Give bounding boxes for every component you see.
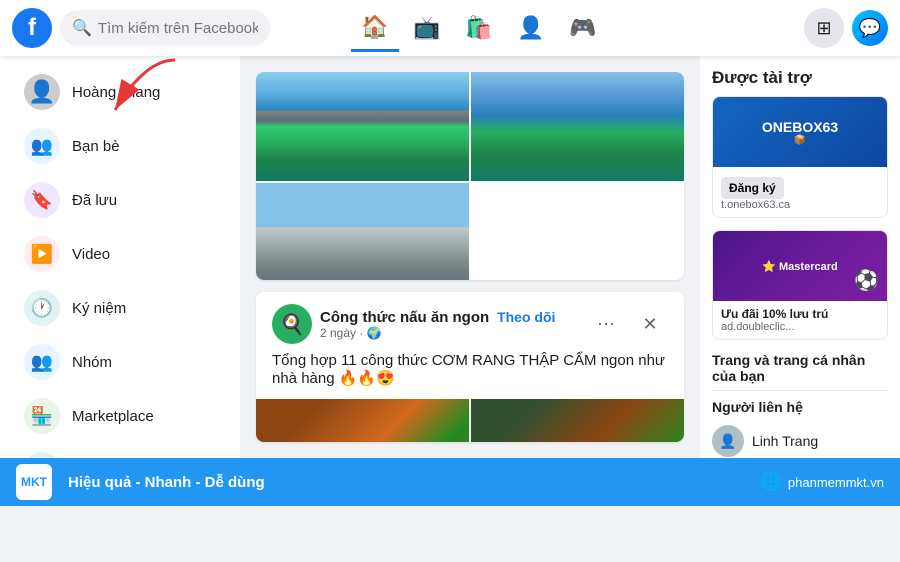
contact-avatar-1: 👤: [712, 425, 744, 457]
sidebar-item-feed[interactable]: 📰 Bảng feed: [8, 444, 232, 458]
food-image-2: [471, 399, 684, 442]
ad-info-2: Ưu đãi 10% lưu trú ad.doubleclic...: [713, 301, 887, 339]
ad-source-2: ad.doubleclic...: [721, 321, 879, 333]
follow-link[interactable]: Theo dõi: [497, 309, 555, 325]
post-close-button[interactable]: ✕: [632, 306, 668, 342]
ad-card-1[interactable]: ONEBOX63 📦 Đăng ký t.onebox63.ca: [712, 96, 888, 218]
post-food-images: [256, 399, 684, 442]
sidebar-item-groups[interactable]: 👥 Nhóm: [8, 336, 232, 388]
pages-title: Trang và trang cá nhân của bạn: [712, 352, 888, 384]
post-image-top-right: [471, 72, 684, 181]
sidebar-item-saved[interactable]: 🔖 Đã lưu: [8, 174, 232, 226]
user-avatar: 👤: [24, 74, 60, 110]
apps-button[interactable]: ⊞: [804, 8, 844, 48]
post-images-grid: [256, 72, 684, 280]
bottom-website: 🌐 phanmemmkt.vn: [759, 472, 884, 493]
left-sidebar: 👤 Hoàng Giang 👥 Bạn bè 🔖 Đã lưu ▶️ Video…: [0, 56, 240, 458]
mkt-logo-text: MKT: [21, 475, 47, 489]
facebook-logo: f: [12, 8, 52, 48]
post-options-button[interactable]: ⋯: [588, 306, 624, 342]
ad-source-1: t.onebox63.ca: [721, 199, 879, 211]
video-icon: ▶️: [24, 236, 60, 272]
ad-image-1: ONEBOX63 📦: [713, 97, 887, 167]
post-page-avatar: 🍳: [272, 304, 312, 344]
globe-icon: 🌐: [759, 472, 781, 493]
post-image-main: [256, 72, 469, 181]
ad-title-2: Ưu đãi 10% lưu trú: [721, 307, 879, 321]
nav-center: 🏠 📺 🛍️ 👤 🎮: [270, 4, 688, 52]
contact-item-1[interactable]: 👤 Linh Trang: [712, 421, 888, 458]
post-header: 🍳 Công thức nấu ăn ngon Theo dõi 2 ngày …: [256, 292, 684, 352]
sidebar-item-video[interactable]: ▶️ Video: [8, 228, 232, 280]
groups-label: Nhóm: [72, 354, 112, 371]
news-feed: ❤️ 👍 100 13 bình luận 1 lượt chia sẻ 👍 T…: [240, 56, 700, 458]
groups-icon: 👥: [24, 344, 60, 380]
search-input[interactable]: [98, 20, 258, 37]
messenger-button[interactable]: 💬: [852, 10, 888, 46]
website-url: phanmemmkt.vn: [788, 475, 884, 490]
page-name: Công thức nấu ăn ngon: [320, 309, 489, 326]
post-content: Tổng hợp 11 công thức CƠM RANG THẬP CẨM …: [256, 352, 684, 399]
nav-gaming-button[interactable]: 🎮: [559, 4, 607, 52]
post-card-cooking: 🍳 Công thức nấu ăn ngon Theo dõi 2 ngày …: [256, 292, 684, 442]
bottom-slogan: Hiệu quả - Nhanh - Dễ dùng: [68, 474, 265, 491]
search-bar[interactable]: 🔍: [60, 10, 270, 46]
marketplace-label: Marketplace: [72, 408, 154, 425]
saved-label: Đã lưu: [72, 192, 117, 209]
post-image-bottom-right: [256, 183, 469, 280]
bottom-bar: MKT Hiệu quả - Nhanh - Dễ dùng 🌐 phanmem…: [0, 458, 900, 506]
food-image-1: [256, 399, 469, 442]
bottom-logo-area: MKT Hiệu quả - Nhanh - Dễ dùng: [16, 464, 265, 500]
sponsored-title: Được tài trợ: [712, 68, 888, 88]
sidebar-item-friends[interactable]: 👥 Bạn bè: [8, 120, 232, 172]
right-divider: [712, 390, 888, 391]
sidebar-item-marketplace[interactable]: 🏪 Marketplace: [8, 390, 232, 442]
marketplace-icon: 🏪: [24, 398, 60, 434]
video-label: Video: [72, 246, 110, 263]
ad-card-2[interactable]: ⭐ Mastercard ⚽ Ưu đãi 10% lưu trú ad.dou…: [712, 230, 888, 340]
mkt-logo: MKT: [16, 464, 52, 500]
friends-icon: 👥: [24, 128, 60, 164]
post-card-images: ❤️ 👍 100 13 bình luận 1 lượt chia sẻ 👍 T…: [256, 72, 684, 280]
nav-profile-button[interactable]: 👤: [507, 4, 555, 52]
user-name: Hoàng Giang: [72, 84, 160, 101]
contact-name-1: Linh Trang: [752, 433, 818, 449]
sidebar-item-memories[interactable]: 🕐 Ký niệm: [8, 282, 232, 334]
post-meta: Công thức nấu ăn ngon Theo dõi 2 ngày · …: [320, 309, 580, 340]
saved-icon: 🔖: [24, 182, 60, 218]
nav-left: f 🔍: [12, 8, 270, 48]
nav-marketplace-button[interactable]: 🛍️: [455, 4, 503, 52]
top-navigation: f 🔍 🏠 📺 🛍️ 👤 🎮 ⊞ 💬: [0, 0, 900, 56]
ad-image-2: ⭐ Mastercard ⚽: [713, 231, 887, 301]
post-time: 2 ngày · 🌍: [320, 326, 580, 340]
right-sidebar: Được tài trợ ONEBOX63 📦 Đăng ký t.onebox…: [700, 56, 900, 458]
memories-label: Ký niệm: [72, 300, 126, 317]
friends-label: Bạn bè: [72, 138, 120, 155]
ad-info-1: Đăng ký t.onebox63.ca: [713, 167, 887, 217]
memories-icon: 🕐: [24, 290, 60, 326]
main-layout: 👤 Hoàng Giang 👥 Bạn bè 🔖 Đã lưu ▶️ Video…: [0, 56, 900, 458]
nav-video-button[interactable]: 📺: [403, 4, 451, 52]
sidebar-user-profile[interactable]: 👤 Hoàng Giang: [8, 66, 232, 118]
nav-home-button[interactable]: 🏠: [351, 4, 399, 52]
search-icon: 🔍: [72, 18, 92, 38]
contacts-title: Người liên hệ: [712, 399, 888, 415]
ad-signup-button[interactable]: Đăng ký: [721, 177, 784, 199]
nav-right: ⊞ 💬: [688, 8, 888, 48]
